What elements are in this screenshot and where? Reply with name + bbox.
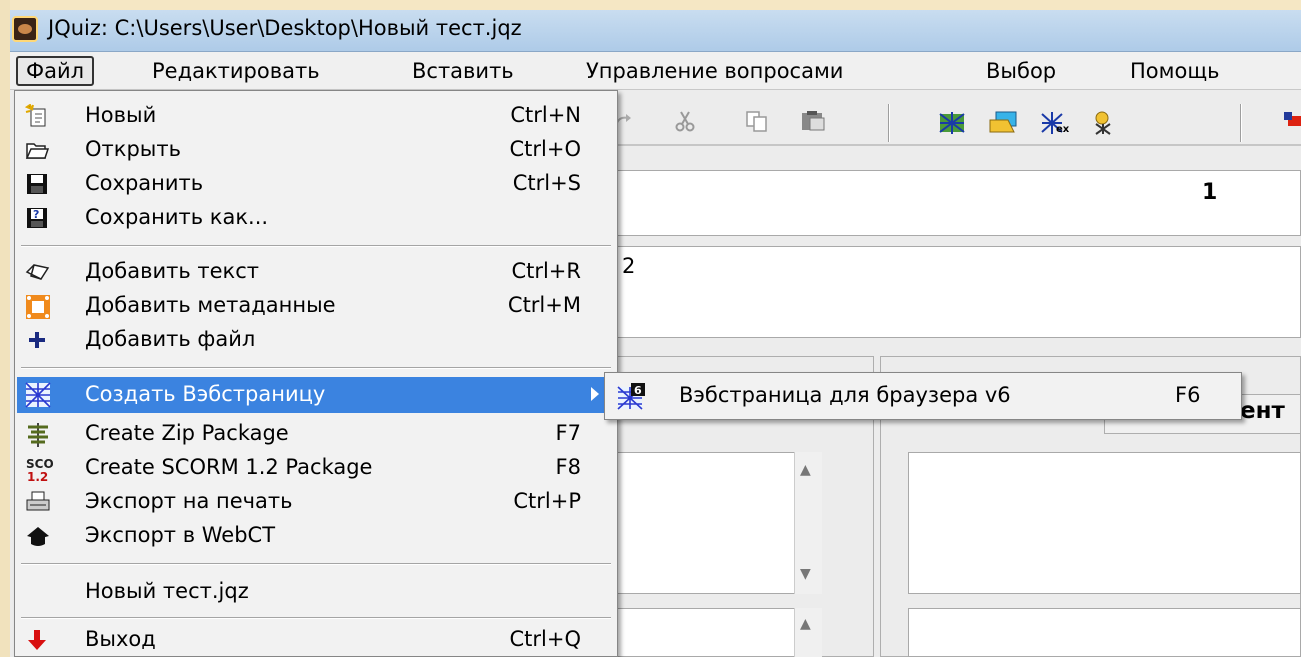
submenu-arrow-icon	[591, 387, 599, 401]
menu-item-create-webpage[interactable]: Создать Вэбстраницу	[17, 377, 615, 413]
scroll-up-icon[interactable]: ▲	[800, 462, 811, 478]
submenu-item-shortcut: F6	[1175, 383, 1201, 407]
network-icon[interactable]	[1090, 110, 1116, 135]
menu-item-shortcut: Ctrl+M	[507, 293, 581, 317]
menu-item-label: Create SCORM 1.2 Package	[85, 455, 373, 479]
new-file-icon	[24, 103, 49, 128]
feedback-label-partial: ент	[1240, 398, 1285, 424]
scorm-icon-text-top: SCO	[26, 457, 53, 471]
save-disk-icon	[25, 172, 49, 196]
menu-item-label: Экспорт в WebCT	[85, 523, 276, 547]
menu-item-exit[interactable]: Выход Ctrl+Q	[17, 623, 615, 657]
menu-item-shortcut: Ctrl+N	[510, 103, 581, 127]
menu-item-shortcut: Ctrl+P	[513, 489, 581, 513]
menu-item-shortcut: Ctrl+Q	[509, 627, 582, 651]
v6-badge-text: 6	[634, 384, 642, 397]
svg-text:ex: ex	[1056, 124, 1070, 135]
menu-options[interactable]: Выбор	[978, 56, 1064, 86]
menu-item-label: Сохранить как...	[85, 205, 269, 229]
menu-item-save[interactable]: Сохранить Ctrl+S	[17, 167, 615, 201]
web-v6-icon: 6	[617, 383, 647, 416]
menu-insert[interactable]: Вставить	[404, 56, 522, 86]
menu-item-zip[interactable]: Create Zip Package F7	[17, 417, 615, 451]
feedback-field-2[interactable]	[908, 608, 1301, 657]
toolbar-separator-2	[1240, 104, 1242, 142]
create-webpage-submenu: 6 Вэбстраница для браузера v6 F6	[604, 372, 1242, 420]
menu-item-label: Создать Вэбстраницу	[85, 382, 326, 406]
menu-item-save-as[interactable]: ? Сохранить как...	[17, 201, 615, 235]
menu-item-shortcut: F8	[555, 455, 581, 479]
cut-icon[interactable]	[672, 110, 698, 132]
partial-toolbar-icon[interactable]	[1284, 110, 1301, 132]
scroll-up-icon-2[interactable]: ▲	[800, 616, 811, 632]
scorm-icon: SCO 1.2	[25, 456, 54, 484]
menu-edit[interactable]: Редактировать	[144, 56, 328, 86]
menu-item-scorm[interactable]: SCO 1.2 Create SCORM 1.2 Package F8	[17, 451, 615, 485]
menu-item-label: Сохранить	[85, 171, 204, 195]
question-header-field	[612, 170, 1301, 236]
menu-separator	[21, 367, 611, 369]
menu-item-webct[interactable]: Экспорт в WebCT	[17, 519, 615, 553]
scroll-down-icon[interactable]: ▼	[800, 566, 811, 582]
menu-separator	[21, 245, 611, 247]
menu-help[interactable]: Помощь	[1122, 56, 1228, 86]
copy-icon[interactable]	[744, 110, 770, 132]
menu-item-open[interactable]: Открыть Ctrl+O	[17, 133, 615, 167]
menu-item-label: Новый тест.jqz	[85, 579, 249, 603]
file-menu-dropdown: Новый Ctrl+N Открыть Ctrl+O Сохранить Ct…	[14, 90, 618, 657]
svg-text:?: ?	[33, 208, 39, 221]
web-page-toolbar-icon[interactable]	[938, 110, 965, 134]
menu-item-label: Выход	[85, 627, 156, 651]
menu-item-label: Открыть	[85, 137, 181, 161]
metadata-icon	[25, 294, 50, 319]
submenu-item-label: Вэбстраница для браузера v6	[679, 383, 1011, 407]
menu-item-label: Добавить файл	[85, 327, 256, 351]
menu-item-shortcut: Ctrl+O	[509, 137, 582, 161]
menu-item-add-file[interactable]: Добавить файл	[17, 323, 615, 357]
menu-item-new[interactable]: Новый Ctrl+N	[17, 99, 615, 133]
menu-item-shortcut: Ctrl+S	[512, 171, 581, 195]
image-folder-icon[interactable]	[988, 110, 1017, 133]
app-icon[interactable]	[12, 16, 38, 42]
menu-item-shortcut: F7	[555, 421, 581, 445]
save-as-icon: ?	[25, 206, 49, 230]
paste-icon[interactable]	[800, 110, 826, 132]
webct-icon	[25, 524, 49, 548]
submenu-item-browser-v6[interactable]: 6 Вэбстраница для браузера v6 F6	[607, 375, 1239, 417]
add-text-icon	[25, 260, 50, 284]
desktop-background-top	[0, 0, 1301, 10]
exit-arrow-icon	[25, 628, 49, 652]
web-page-icon	[25, 382, 51, 408]
plus-icon	[25, 328, 49, 352]
web-ex-icon[interactable]: ex	[1040, 110, 1070, 135]
toolbar-separator	[888, 104, 890, 142]
menu-item-recent-file[interactable]: Новый тест.jqz	[17, 575, 615, 609]
menu-item-print[interactable]: Экспорт на печать Ctrl+P	[17, 485, 615, 519]
menu-item-add-metadata[interactable]: Добавить метаданные Ctrl+M	[17, 289, 615, 323]
scorm-icon-text-bottom: 1.2	[27, 470, 48, 484]
question-number: 1	[1202, 180, 1218, 205]
menu-item-label: Добавить метаданные	[85, 293, 336, 317]
menu-file[interactable]: Файл	[16, 56, 95, 86]
menu-item-label: Экспорт на печать	[85, 489, 293, 513]
menu-item-label: Добавить текст	[85, 259, 259, 283]
menu-separator	[21, 563, 611, 565]
answer-field-1[interactable]	[612, 452, 822, 594]
menu-item-add-text[interactable]: Добавить текст Ctrl+R	[17, 255, 615, 289]
menu-manage-questions[interactable]: Управление вопросами	[578, 56, 851, 86]
open-folder-icon	[25, 138, 50, 162]
window-title: JQuiz: C:\Users\User\Desktop\Новый тест.…	[48, 16, 522, 40]
desktop-background-left	[0, 0, 10, 657]
answer-field-2[interactable]	[612, 608, 822, 657]
feedback-field-1[interactable]	[908, 452, 1301, 594]
menu-item-label: Create Zip Package	[85, 421, 289, 445]
zip-icon	[25, 422, 49, 447]
question-text: 2	[622, 254, 636, 278]
question-text-area[interactable]	[612, 246, 1301, 338]
menu-item-shortcut: Ctrl+R	[511, 259, 581, 283]
menu-item-label: Новый	[85, 103, 157, 127]
menu-separator	[21, 617, 611, 619]
printer-icon	[25, 490, 50, 514]
